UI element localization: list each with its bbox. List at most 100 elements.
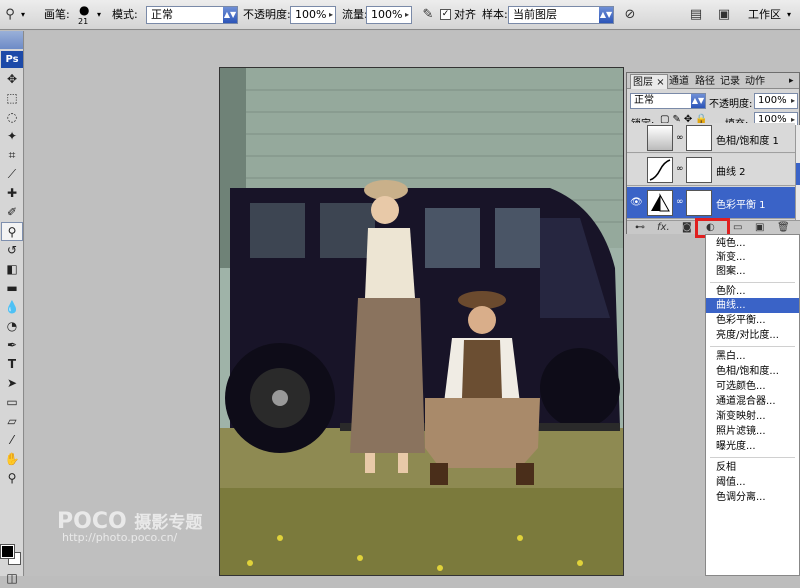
- healing-brush-tool-icon[interactable]: ✚: [1, 184, 23, 203]
- color-balance-icon: [651, 193, 670, 212]
- watermark-title: 摄影专题: [134, 513, 203, 533]
- menu-item-curves[interactable]: 曲线...: [706, 298, 799, 313]
- document-icon[interactable]: ▤: [688, 7, 704, 23]
- blend-mode-select[interactable]: 正常 ▲▼: [630, 93, 706, 109]
- tab-layers[interactable]: 图层 ×: [630, 74, 668, 89]
- tool-preset-arrow[interactable]: ▾: [21, 7, 25, 23]
- menu-item-hue-saturation[interactable]: 色相/饱和度...: [706, 364, 799, 379]
- workspace-menu[interactable]: 工作区: [748, 7, 781, 23]
- menu-item-levels[interactable]: 色阶...: [706, 284, 799, 299]
- layer-style-icon[interactable]: fx.: [657, 221, 670, 234]
- move-tool-icon[interactable]: ✥: [1, 70, 23, 89]
- eyedropper-tool-icon[interactable]: ⁄: [1, 431, 23, 450]
- delete-layer-icon[interactable]: 🗑: [777, 221, 790, 234]
- workspace-arrow[interactable]: ▾: [787, 7, 791, 23]
- aligned-checkbox[interactable]: ✓: [440, 9, 451, 20]
- panel-menu-icon[interactable]: ▸: [787, 74, 796, 89]
- zoom-tool-icon[interactable]: ⚲: [1, 469, 23, 488]
- layer-row-selected[interactable]: 👁 ∞ 色彩平衡 1: [627, 187, 795, 219]
- brush-picker-arrow[interactable]: ▾: [97, 7, 101, 23]
- clone-stamp-tool-icon[interactable]: ⚲: [1, 222, 23, 241]
- layers-scrollbar[interactable]: [795, 125, 800, 221]
- type-tool-icon[interactable]: T: [1, 355, 23, 374]
- pen-tool-icon[interactable]: ✒: [1, 336, 23, 355]
- marquee-tool-icon[interactable]: ⬚: [1, 89, 23, 108]
- tab-channels[interactable]: 通道: [667, 74, 691, 89]
- app-badge[interactable]: Ps: [1, 51, 23, 68]
- airbrush-icon[interactable]: ✎: [420, 7, 436, 23]
- mode-label: 模式:: [112, 8, 138, 21]
- ignore-adjustment-layers-icon[interactable]: ⊘: [622, 7, 638, 23]
- clone-stamp-tool-icon[interactable]: ⚲: [2, 7, 18, 23]
- quick-mask-icon[interactable]: ◫: [1, 569, 23, 588]
- menu-item-brightness-contrast[interactable]: 亮度/对比度...: [706, 328, 799, 343]
- photo-image: [220, 68, 623, 575]
- sample-label: 样本:: [482, 8, 508, 21]
- scrollbar-thumb[interactable]: [796, 163, 800, 185]
- layer-name: 色相/饱和度 1: [716, 136, 779, 147]
- history-brush-tool-icon[interactable]: ↺: [1, 241, 23, 260]
- layer-opacity-value: 100%: [758, 95, 787, 106]
- notes-tool-icon[interactable]: ▱: [1, 412, 23, 431]
- blend-opacity-row: 正常 ▲▼ 不透明度: 100% ▸: [627, 92, 800, 112]
- menu-item-selective-color[interactable]: 可选颜色...: [706, 379, 799, 394]
- menu-item-invert[interactable]: 反相: [706, 460, 799, 475]
- menu-item-gradient[interactable]: 渐变...: [706, 250, 799, 265]
- slice-tool-icon[interactable]: ⟋: [1, 165, 23, 184]
- menu-item-photo-filter[interactable]: 照片滤镜...: [706, 424, 799, 439]
- sample-select[interactable]: 当前图层 ▲▼: [508, 6, 614, 24]
- menu-item-posterize[interactable]: 色调分离...: [706, 490, 799, 505]
- flow-input[interactable]: 100% ▸: [366, 6, 412, 24]
- layer-opacity-arrow[interactable]: ▸: [791, 94, 795, 108]
- menu-separator: [710, 282, 795, 283]
- layer-row[interactable]: ∞ 曲线 2: [627, 154, 795, 186]
- menu-item-solid-color[interactable]: 纯色...: [706, 236, 799, 251]
- magic-wand-tool-icon[interactable]: ✦: [1, 127, 23, 146]
- menu-item-exposure[interactable]: 曝光度...: [706, 439, 799, 454]
- layer-row[interactable]: ∞ 色相/饱和度 1: [627, 123, 795, 153]
- tab-actions[interactable]: 动作: [743, 74, 767, 89]
- link-icon: ∞: [676, 197, 684, 207]
- brush-label: 画笔:: [44, 8, 70, 21]
- mode-select[interactable]: 正常 ▲▼: [146, 6, 238, 24]
- path-selection-tool-icon[interactable]: ➤: [1, 374, 23, 393]
- tab-history[interactable]: 记录: [718, 74, 742, 89]
- eye-icon[interactable]: [630, 164, 642, 176]
- tab-paths[interactable]: 路径: [693, 74, 717, 89]
- opacity-slider-arrow[interactable]: ▸: [329, 7, 333, 23]
- menu-item-pattern[interactable]: 图案...: [706, 264, 799, 279]
- eraser-tool-icon[interactable]: ◧: [1, 260, 23, 279]
- new-group-icon[interactable]: ▭: [733, 221, 742, 234]
- gradient-tool-icon[interactable]: ▬: [1, 279, 23, 298]
- layer-opacity-input[interactable]: 100% ▸: [754, 93, 798, 109]
- curves-thumbnail: [647, 157, 673, 183]
- file-browser-icon[interactable]: ▣: [716, 7, 732, 23]
- mode-value: 正常: [151, 8, 173, 21]
- eye-icon[interactable]: [630, 133, 642, 145]
- hand-tool-icon[interactable]: ✋: [1, 450, 23, 469]
- menu-item-threshold[interactable]: 阈值...: [706, 475, 799, 490]
- menu-item-channel-mixer[interactable]: 通道混合器...: [706, 394, 799, 409]
- menu-item-gradient-map[interactable]: 渐变映射...: [706, 409, 799, 424]
- flow-slider-arrow[interactable]: ▸: [405, 7, 409, 23]
- crop-tool-icon[interactable]: ⌗: [1, 146, 23, 165]
- link-layers-icon[interactable]: ⊷: [635, 221, 645, 234]
- dodge-tool-icon[interactable]: ◔: [1, 317, 23, 336]
- color-balance-thumbnail: [647, 190, 673, 216]
- menu-item-color-balance[interactable]: 色彩平衡...: [706, 313, 799, 328]
- shape-tool-icon[interactable]: ▭: [1, 393, 23, 412]
- hue-saturation-thumbnail: [647, 125, 673, 151]
- new-layer-icon[interactable]: ▣: [755, 221, 764, 234]
- toolbox-grip[interactable]: [0, 31, 23, 49]
- add-mask-icon[interactable]: ◙: [682, 221, 692, 234]
- tab-close-icon[interactable]: ×: [656, 77, 664, 88]
- document-image[interactable]: [219, 67, 624, 576]
- menu-item-black-white[interactable]: 黑白...: [706, 349, 799, 364]
- brush-tool-icon[interactable]: ✐: [1, 203, 23, 222]
- layers-panel-tabs: 图层 × 通道 路径 记录 动作 ▸: [627, 73, 799, 89]
- blur-tool-icon[interactable]: 💧: [1, 298, 23, 317]
- opacity-input[interactable]: 100% ▸: [290, 6, 336, 24]
- lasso-tool-icon[interactable]: ◌: [1, 108, 23, 127]
- foreground-color-swatch[interactable]: [0, 544, 15, 559]
- eye-icon[interactable]: 👁: [630, 197, 643, 209]
